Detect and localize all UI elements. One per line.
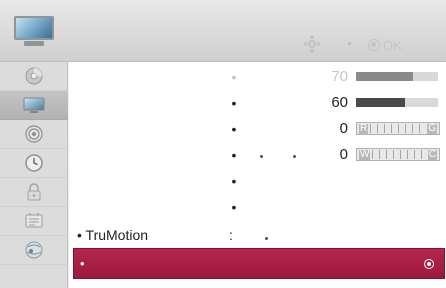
sidebar-item-network[interactable] bbox=[0, 236, 68, 265]
sidebar-item-lock[interactable] bbox=[0, 178, 68, 207]
sidebar-item-option[interactable] bbox=[0, 207, 68, 236]
network-icon bbox=[25, 241, 43, 259]
setting-value: 70 bbox=[331, 68, 348, 85]
setting-value: 0 bbox=[339, 120, 348, 137]
sidebar-item-picture[interactable] bbox=[0, 91, 68, 120]
setting-row-5[interactable]: • bbox=[69, 168, 446, 194]
trumotion-label: • TruMotion bbox=[77, 227, 149, 243]
trumotion-value-dot bbox=[265, 237, 268, 240]
balance-scale[interactable]: W C bbox=[356, 148, 440, 161]
row-bullet: • bbox=[80, 256, 85, 271]
ok-label: OK bbox=[383, 37, 402, 53]
level-bar-fill bbox=[356, 72, 414, 81]
scale-left-label: R bbox=[359, 122, 369, 134]
setting-row-1[interactable]: • 70 bbox=[69, 64, 446, 90]
setting-row-2[interactable]: • 60 bbox=[69, 90, 446, 116]
level-bar[interactable] bbox=[356, 98, 438, 107]
setting-row-trumotion[interactable]: • TruMotion : bbox=[69, 222, 446, 248]
settings-disc-icon bbox=[25, 67, 43, 85]
ok-button-icon bbox=[424, 259, 434, 269]
row-bullet: • bbox=[231, 121, 237, 137]
setting-row-tint[interactable]: • 0 R G bbox=[69, 116, 446, 142]
ok-hint: OK bbox=[368, 37, 402, 53]
setting-value: 0 bbox=[339, 146, 348, 163]
category-sidebar bbox=[0, 62, 68, 288]
trumotion-colon: : bbox=[229, 227, 233, 243]
row-bullet: • bbox=[231, 69, 237, 85]
hint-separator bbox=[348, 42, 351, 45]
sidebar-item-setup[interactable] bbox=[0, 62, 68, 91]
scale-ticks bbox=[372, 150, 426, 159]
tv-screen-icon bbox=[12, 14, 56, 48]
time-clock-icon bbox=[25, 154, 43, 172]
selected-menu-row[interactable]: • bbox=[73, 248, 445, 279]
row-bullet: • bbox=[231, 95, 237, 111]
level-bar-fill bbox=[356, 98, 406, 107]
row-bullet: • bbox=[231, 199, 237, 215]
sidebar-item-time[interactable] bbox=[0, 149, 68, 178]
scale-right-label: G bbox=[427, 122, 437, 134]
scale-left-label: W bbox=[359, 148, 371, 160]
move-arrows-icon bbox=[303, 35, 321, 53]
scale-ticks bbox=[370, 124, 426, 133]
tv-settings-menu: OK • 70 • 60 • 0 R G • 0 W C • • • TruMo… bbox=[0, 0, 446, 288]
picture-icon bbox=[23, 97, 45, 113]
menu-header: OK bbox=[0, 0, 446, 62]
scale-right-label: C bbox=[427, 148, 437, 160]
label-dot bbox=[260, 155, 263, 158]
row-bullet: • bbox=[231, 173, 237, 189]
setting-value: 60 bbox=[331, 94, 348, 111]
audio-icon bbox=[25, 125, 43, 143]
lock-icon bbox=[27, 183, 41, 201]
level-bar[interactable] bbox=[356, 72, 438, 81]
sidebar-item-audio[interactable] bbox=[0, 120, 68, 149]
row-bullet: • bbox=[231, 147, 237, 163]
label-dot bbox=[293, 155, 296, 158]
balance-scale[interactable]: R G bbox=[356, 122, 440, 135]
picture-settings-panel: • 70 • 60 • 0 R G • 0 W C • • • TruMotio… bbox=[69, 62, 446, 288]
ok-button-icon bbox=[368, 39, 380, 51]
setting-row-color-temp[interactable]: • 0 W C bbox=[69, 142, 446, 168]
setting-row-6[interactable]: • bbox=[69, 194, 446, 220]
option-icon bbox=[25, 212, 43, 228]
